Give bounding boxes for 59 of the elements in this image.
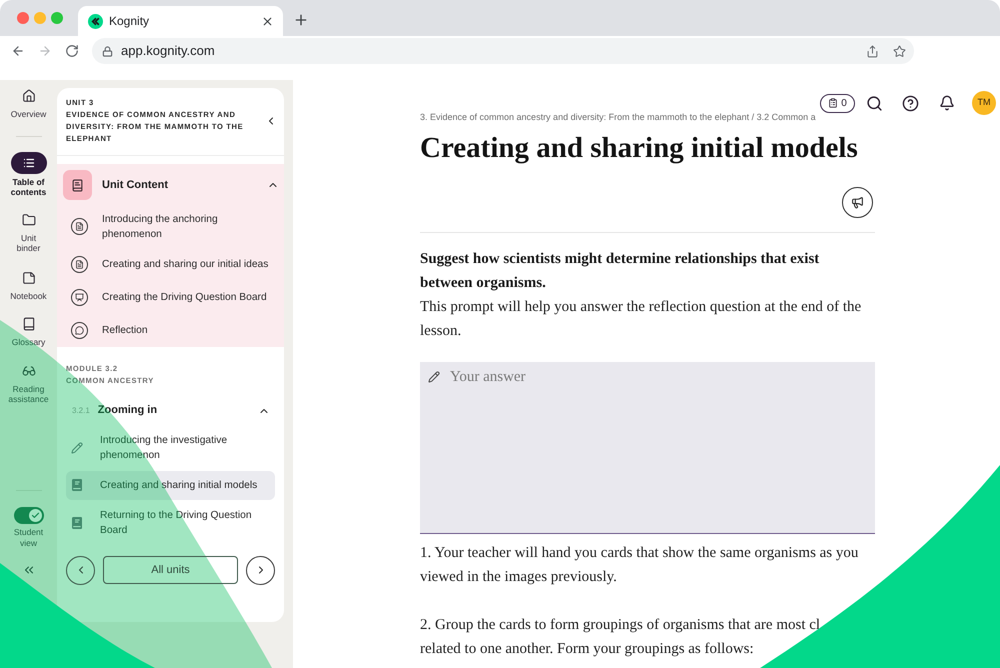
breadcrumb: 3. Evidence of common ancestry and diversity: From the mammoth to the elephant / 3.2 Common a [420,111,817,123]
browser-tab[interactable]: Kognity [78,6,283,36]
subtopic-toggle[interactable]: 3.2.1 Zooming in [57,396,284,426]
help-icon[interactable] [902,94,919,112]
lesson-link[interactable]: Returning to the Driving Question Board [66,500,275,544]
share-icon[interactable] [866,44,879,58]
reload-icon[interactable] [65,44,79,58]
book-icon [72,479,82,491]
lesson-link[interactable]: Reflection [57,314,284,346]
previous-button[interactable] [66,556,95,584]
nav-rail-item[interactable]: Reading assistance [8,364,49,404]
glasses-icon [22,364,36,378]
instruction-text: 2. Group the cards to form groupings of organisms that are most cl related to one another. Form your groupings as follows: [420,616,822,659]
nav-rail-item[interactable]: Table of contents [8,152,49,197]
lesson-link[interactable]: Introducing the anchoring phenomenon [57,206,284,248]
answer-field[interactable]: Your answer [420,362,875,534]
user-avatar[interactable]: TM [972,91,996,115]
page-title: Creating and sharing initial models [420,131,859,166]
folder-icon [22,213,36,227]
next-button[interactable] [246,556,275,584]
all-units-button[interactable]: All units [103,556,238,584]
instruction-text: 1. Your teacher will hand you cards that show the same organisms as you viewed in the images previously. [420,544,860,587]
prompt-text: Suggest how scientists might determine relationships that exist between organisms. [420,250,820,293]
back-icon[interactable] [11,44,25,58]
note-icon [22,271,36,285]
student-view-switch[interactable] [14,507,44,524]
nav-rail-item[interactable]: Unit binder [8,213,49,253]
lesson-link[interactable]: Creating and sharing our initial ideas [57,248,284,280]
board-icon [71,288,88,306]
close-icon[interactable] [261,14,274,28]
document-icon [71,256,88,272]
megaphone-icon [851,196,864,209]
address-bar[interactable]: app.kognity.com [92,38,914,64]
pencil-icon [71,442,83,454]
book-icon [72,516,82,528]
bookmark-star-icon[interactable] [893,44,906,58]
clipboard-icon [828,98,838,108]
logo-icon [88,14,103,28]
lesson-link[interactable]: Creating the Driving Question Board [57,280,284,314]
tasks-button[interactable]: 0 [820,94,855,112]
home-icon [22,89,36,103]
student-view-label: Student view [12,527,44,549]
search-icon[interactable] [866,94,883,112]
new-tab-icon[interactable] [293,12,309,28]
lesson-link[interactable]: Creating and sharing initial models [66,470,275,500]
prompt-note: This prompt will help you answer the reflection question at the end of the lesson. [420,298,862,341]
pencil-icon [428,371,440,383]
book-icon [63,170,92,200]
nav-rail-item[interactable]: Overview [8,89,49,119]
megaphone-button[interactable] [842,187,873,218]
lock-icon [102,46,113,56]
list-icon [10,152,46,174]
book-icon [22,317,36,331]
document-icon [71,218,88,235]
speech-bubble-icon [71,322,88,338]
check-icon [28,509,42,522]
bell-icon[interactable] [939,95,955,111]
unit-content-toggle[interactable]: Unit Content [57,170,284,200]
nav-rail-item[interactable]: Notebook [8,271,49,301]
